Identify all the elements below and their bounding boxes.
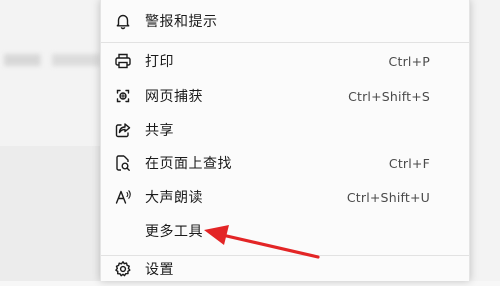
menu-item-more-tools[interactable]: 更多工具 <box>101 214 469 248</box>
menu-divider <box>101 42 469 43</box>
browser-settings-menu: 警报和提示 打印 Ctrl+P 网页捕获 Ctrl+Shift+S 共享 在页面… <box>100 0 470 281</box>
menu-item-label: 设置 <box>145 262 174 278</box>
blurred-page-text <box>4 54 100 66</box>
page-background-left <box>0 0 100 281</box>
menu-item-label: 打印 <box>145 54 174 70</box>
menu-item-label: 大声朗读 <box>145 190 203 206</box>
find-in-page-icon <box>114 154 132 172</box>
printer-icon <box>114 52 132 70</box>
menu-item-alerts[interactable]: 警报和提示 <box>101 4 469 38</box>
menu-item-share[interactable]: 共享 <box>101 113 469 147</box>
menu-item-label: 共享 <box>145 123 174 139</box>
menu-item-web-capture[interactable]: 网页捕获 Ctrl+Shift+S <box>101 79 469 113</box>
web-capture-icon <box>114 87 132 105</box>
menu-item-read-aloud[interactable]: 大声朗读 Ctrl+Shift+U <box>101 180 469 214</box>
menu-item-label: 警报和提示 <box>145 14 218 30</box>
shortcut-text: Ctrl+Shift+S <box>348 88 430 104</box>
menu-item-label: 网页捕获 <box>145 89 203 105</box>
page-content-band <box>0 0 100 146</box>
shortcut-text: Ctrl+P <box>388 53 430 69</box>
menu-item-print[interactable]: 打印 Ctrl+P <box>101 44 469 78</box>
menu-item-find-on-page[interactable]: 在页面上查找 Ctrl+F <box>101 146 469 180</box>
bell-icon <box>114 12 132 30</box>
shortcut-text: Ctrl+F <box>388 155 430 171</box>
shortcut-text: Ctrl+Shift+U <box>346 189 430 205</box>
menu-item-label: 更多工具 <box>145 224 203 240</box>
share-icon <box>114 121 132 139</box>
page-background-right <box>470 0 500 281</box>
menu-item-label: 在页面上查找 <box>145 156 232 172</box>
gear-icon <box>114 260 132 278</box>
read-aloud-icon <box>114 188 132 206</box>
